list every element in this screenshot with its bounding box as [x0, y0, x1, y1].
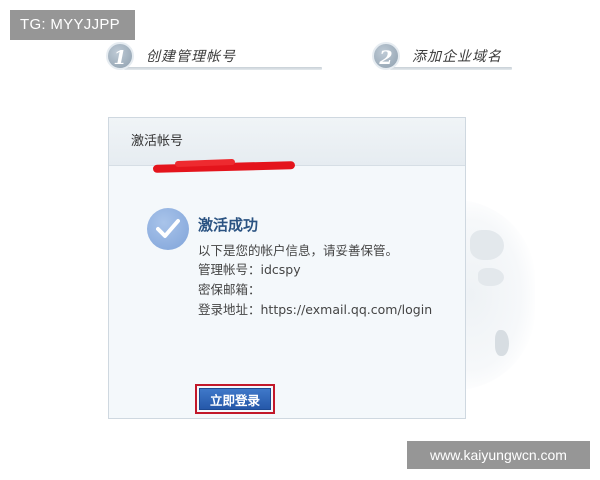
card-body: 激活成功 以下是您的帐户信息，请妥善保管。 管理帐号：idcspy 密保邮箱： … [109, 166, 465, 418]
step-1-underline [124, 67, 322, 70]
account-info-intro: 以下是您的帐户信息，请妥善保管。 [198, 243, 399, 258]
step-1-label: 创建管理帐号 [146, 49, 236, 65]
watermark-bottom: www.kaiyungwcn.com [407, 441, 590, 469]
globe-continent [470, 230, 504, 260]
background-globe [455, 200, 535, 390]
step-2: 2 添加企业域名 [372, 40, 512, 74]
admin-account: 管理帐号：idcspy [198, 262, 301, 277]
step-2-number: 2 [372, 42, 400, 70]
success-title: 激活成功 [198, 216, 259, 234]
step-2-underline [390, 67, 512, 70]
security-email-label: 密保邮箱： [198, 282, 261, 297]
step-2-label: 添加企业域名 [412, 49, 502, 65]
check-circle-icon [147, 208, 189, 250]
page: TG: MYYJJPP 1 创建管理帐号 2 添加企业域名 激活帐号 激活成功 … [0, 0, 600, 480]
login-now-button[interactable]: 立即登录 [199, 388, 271, 410]
globe-continent [478, 268, 504, 286]
login-address[interactable]: 登录地址：https://exmail.qq.com/login [198, 299, 432, 318]
watermark-top: TG: MYYJJPP [10, 10, 135, 40]
login-button-highlight: 立即登录 [195, 384, 275, 414]
step-1: 1 创建管理帐号 [106, 40, 322, 74]
globe-continent [495, 330, 509, 356]
step-1-number: 1 [106, 42, 134, 70]
card-header-title: 激活帐号 [109, 118, 465, 166]
